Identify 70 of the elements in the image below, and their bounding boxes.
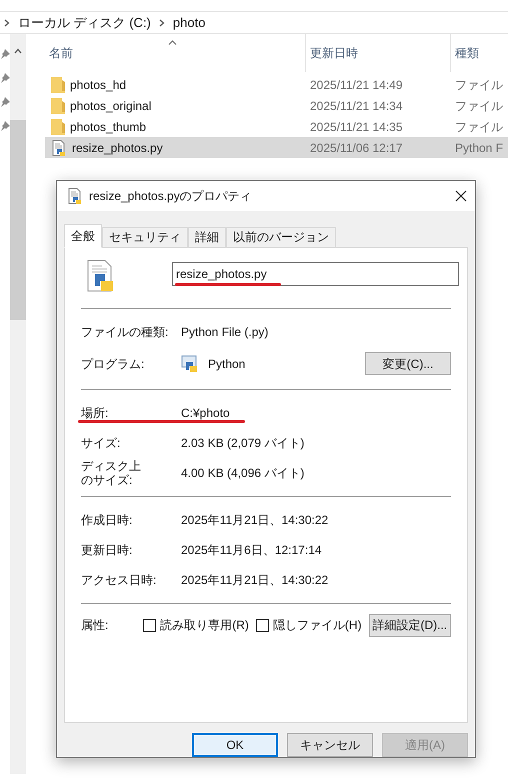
folder-icon — [51, 118, 65, 134]
sort-caret-icon — [168, 40, 177, 45]
file-name-field[interactable]: resize_photos.py — [172, 262, 459, 286]
modified-date: 2025/11/21 14:35 — [310, 120, 403, 134]
checkbox[interactable] — [143, 618, 156, 632]
change-button[interactable]: 変更(C)... — [365, 352, 451, 376]
python-file-icon — [87, 260, 115, 292]
modified-date: 2025/11/21 14:34 — [310, 98, 403, 112]
file-row[interactable]: resize_photos.py 2025/11/06 12:17 Python F — [45, 137, 508, 158]
dialog-button[interactable]: キャンセル — [287, 732, 373, 757]
modified-date: 2025/11/06 12:17 — [310, 140, 403, 154]
file-name: photos_hd — [70, 76, 126, 94]
chevron-right-icon — [158, 18, 165, 26]
file-type: ファイル — [455, 78, 503, 92]
property-value: 2025年11月21日、14:30:22 — [181, 572, 328, 589]
close-icon[interactable] — [455, 190, 467, 202]
file-type: Python F — [455, 140, 504, 154]
file-name: resize_photos.py — [72, 140, 163, 156]
tab[interactable]: 全般 — [64, 224, 102, 248]
property-value: C:¥photo — [181, 404, 230, 422]
pin-icon[interactable] — [0, 73, 10, 83]
file-name: photos_thumb — [70, 118, 146, 136]
file-name: photos_original — [70, 98, 152, 114]
python-file-icon — [67, 188, 83, 204]
column-header[interactable]: 更新日時 — [310, 44, 358, 62]
property-value: 2.03 KB (2,079 バイト) — [181, 434, 304, 452]
window-title: resize_photos.pyのプロパティ — [89, 188, 253, 205]
breadcrumb-item[interactable]: photo — [172, 12, 206, 32]
column-header[interactable]: 名前 — [49, 44, 73, 62]
advanced-button[interactable]: 詳細設定(D)... — [368, 614, 451, 637]
checkbox-label[interactable]: 隠しファイル(H) — [272, 616, 362, 634]
scrollbar-thumb[interactable] — [10, 120, 26, 320]
property-label: 作成日時: — [81, 512, 134, 527]
property-value: Python — [208, 356, 246, 373]
chevron-right-icon — [4, 18, 10, 26]
property-value: 2025年11月21日、14:30:22 — [181, 512, 328, 529]
checkbox-label[interactable]: 読み取り専用(R) — [160, 616, 249, 634]
file-type: ファイル — [455, 120, 503, 134]
dialog-button[interactable]: OK — [192, 732, 278, 757]
attributes-label: 属性: — [81, 617, 110, 634]
property-label: ディスク上 — [81, 458, 142, 473]
property-label: プログラム: — [81, 356, 146, 371]
modified-date: 2025/11/21 14:49 — [310, 78, 403, 92]
property-label: ファイルの種類: — [81, 324, 170, 339]
property-label: 場所: — [81, 406, 110, 420]
file-row[interactable]: photos_thumb 2025/11/21 14:35 ファイル — [45, 116, 508, 137]
pin-icon[interactable] — [0, 49, 10, 59]
pin-icon[interactable] — [0, 97, 10, 107]
property-label: アクセス日時: — [81, 572, 158, 587]
property-value: Python File (.py) — [181, 324, 268, 341]
property-label: 更新日時: — [81, 542, 134, 557]
breadcrumb-item[interactable]: ローカル ディスク (C:) — [18, 12, 151, 32]
tab[interactable]: 以前のバージョン — [226, 226, 336, 247]
property-value: 4.00 KB (4,096 バイト) — [181, 464, 304, 482]
property-label: サイズ: — [81, 436, 122, 450]
folder-icon — [51, 98, 65, 114]
python-file-icon — [51, 140, 67, 156]
property-value: 2025年11月6日、12:17:14 — [181, 542, 322, 559]
column-header[interactable]: 種類 — [455, 44, 479, 62]
folder-icon — [51, 76, 65, 92]
scroll-up-icon[interactable] — [14, 48, 22, 54]
tab[interactable]: 詳細 — [188, 226, 226, 247]
file-type: ファイル — [455, 98, 503, 112]
pin-icon[interactable] — [0, 121, 10, 131]
file-row[interactable]: photos_original 2025/11/21 14:34 ファイル — [45, 95, 508, 116]
checkbox[interactable] — [256, 618, 269, 632]
file-row[interactable]: photos_hd 2025/11/21 14:49 ファイル — [45, 74, 508, 95]
property-label: のサイズ: — [81, 472, 134, 487]
python-app-icon — [181, 354, 199, 373]
tab[interactable]: セキュリティ — [102, 226, 188, 247]
